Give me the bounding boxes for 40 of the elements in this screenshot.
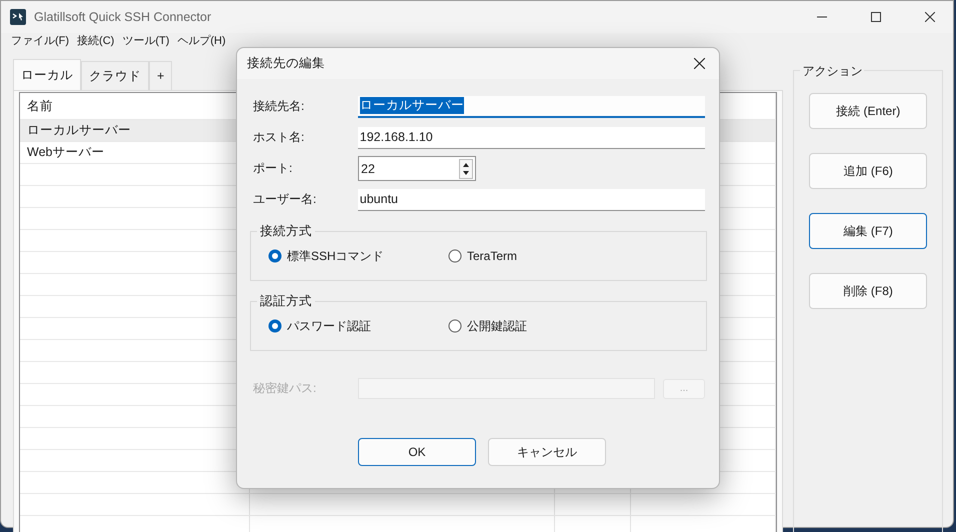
spin-arrows-icon[interactable] <box>459 158 473 178</box>
group-title: 認証方式 <box>257 293 315 310</box>
window-title: Glatillsoft Quick SSH Connector <box>34 10 212 24</box>
radio-button[interactable] <box>268 319 282 333</box>
radio-label[interactable]: TeraTerm <box>467 249 518 263</box>
group-title: 接続方式 <box>257 223 315 240</box>
field-label: ユーザー名: <box>253 191 318 208</box>
radio-button[interactable] <box>448 249 462 263</box>
field-label: ホスト名: <box>253 129 306 146</box>
menu-item[interactable]: ツール(T) <box>118 33 174 48</box>
input-field[interactable]: 192.168.1.10 <box>358 126 705 148</box>
input-field[interactable]: ubuntu <box>358 188 705 210</box>
field-label: ポート: <box>253 160 294 177</box>
dialog-button[interactable]: キャンセル <box>488 438 606 466</box>
maximize-icon[interactable] <box>871 12 881 22</box>
field-label: 秘密鍵パス: <box>253 380 318 397</box>
close-icon[interactable] <box>694 58 704 69</box>
menu-item[interactable]: 接続(C) <box>73 33 118 48</box>
dialog-title: 接続先の編集 <box>247 55 326 72</box>
action-button[interactable]: 編集 (F7) <box>809 213 928 249</box>
terminal-icon <box>10 9 26 25</box>
action-button[interactable]: 接続 (Enter) <box>809 93 928 129</box>
radio-label[interactable]: 公開鍵認証 <box>467 318 527 334</box>
dialog-button[interactable]: OK <box>358 438 476 466</box>
action-button[interactable]: 削除 (F8) <box>809 273 928 309</box>
tab[interactable]: + <box>149 61 172 90</box>
port-field[interactable]: 22 <box>358 156 476 181</box>
input-field[interactable]: ローカルサーバー <box>358 96 705 118</box>
menu-item[interactable]: ファイル(F) <box>7 33 74 48</box>
menu-item[interactable]: ヘルプ(H) <box>173 33 230 48</box>
action-button[interactable]: 追加 (F6) <box>809 153 928 189</box>
field-label: 接続先名: <box>253 98 306 115</box>
radio-button[interactable] <box>448 319 462 333</box>
radio-button[interactable] <box>268 249 282 263</box>
tab[interactable]: クラウド <box>81 61 149 90</box>
radio-label[interactable]: 標準SSHコマンド <box>287 248 384 264</box>
close-icon[interactable] <box>925 12 935 22</box>
tab[interactable]: ローカル <box>13 59 81 90</box>
radio-label[interactable]: パスワード認証 <box>287 318 371 334</box>
group-title: アクション <box>800 63 864 80</box>
